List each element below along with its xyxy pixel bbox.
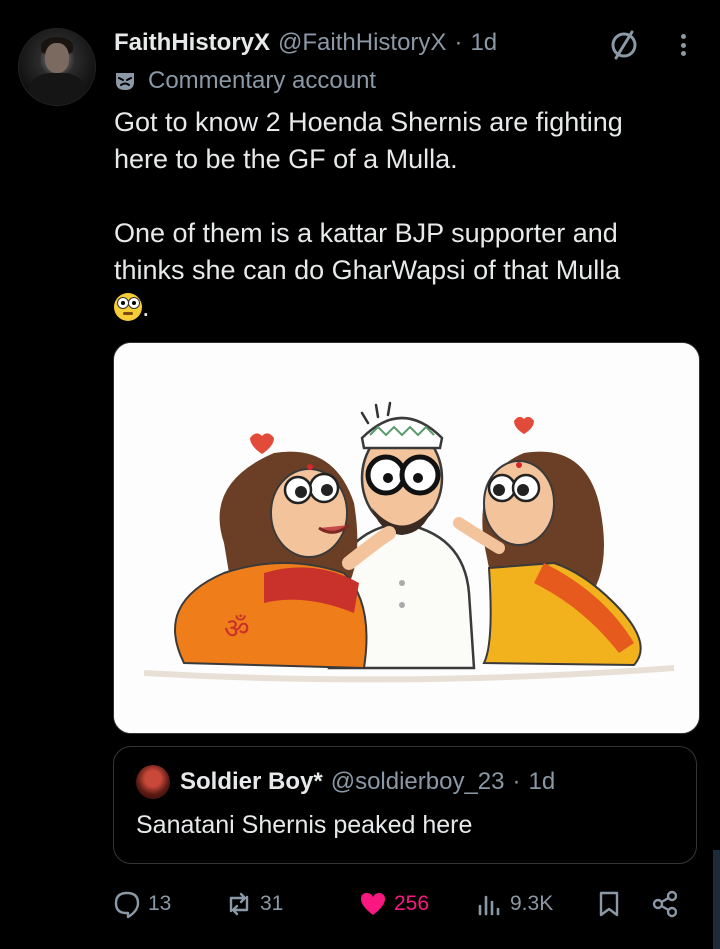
quote-avatar[interactable] xyxy=(136,765,170,799)
quoted-tweet[interactable]: Soldier Boy* @soldierboy_23 · 1d Sanatan… xyxy=(113,746,697,864)
tweet-time[interactable]: 1d xyxy=(470,29,497,57)
scrollbar[interactable] xyxy=(713,850,720,949)
commentary-label: Commentary account xyxy=(114,64,376,98)
action-bar: 13 31 256 9.3K xyxy=(112,884,692,924)
view-count: 9.3K xyxy=(510,892,554,915)
quote-header: Soldier Boy* @soldierboy_23 · 1d xyxy=(136,765,555,799)
repost-icon xyxy=(229,892,249,916)
bookmark-button[interactable] xyxy=(594,884,630,924)
quote-time: 1d xyxy=(528,768,556,795)
mute-icon[interactable] xyxy=(608,28,640,60)
like-button[interactable]: 256 xyxy=(358,884,429,924)
quote-author-handle[interactable]: @soldierboy_23 xyxy=(331,768,505,796)
commentary-text: Commentary account xyxy=(148,67,377,94)
share-button[interactable] xyxy=(650,884,686,924)
author-handle[interactable]: @FaithHistoryX xyxy=(278,29,446,57)
tweet-image[interactable]: ॐ xyxy=(113,342,700,734)
tweet-line-blank xyxy=(114,178,694,215)
om-symbol: ॐ xyxy=(224,612,250,645)
reply-button[interactable]: 13 xyxy=(112,884,171,924)
reply-icon xyxy=(114,891,140,919)
quote-author-name[interactable]: Soldier Boy* xyxy=(180,768,323,796)
share-icon xyxy=(652,890,678,918)
tweet-line: One of them is a kattar BJP supporter an… xyxy=(114,218,618,248)
tweet-suffix: . xyxy=(142,292,150,322)
avatar-body xyxy=(29,73,85,105)
tweet-text: Got to know 2 Hoenda Shernis are fightin… xyxy=(114,104,694,326)
tweet-line: thinks she can do GharWapsi of that Mull… xyxy=(114,255,621,285)
author-avatar[interactable] xyxy=(18,28,96,106)
quote-separator: · xyxy=(512,768,521,795)
repost-count: 31 xyxy=(260,892,284,915)
heart-icon xyxy=(361,893,385,915)
avatar-face xyxy=(45,43,69,73)
tweet-line: here to be the GF of a Mulla. xyxy=(114,144,458,174)
reply-count: 13 xyxy=(148,892,172,915)
quote-text: Sanatani Shernis peaked here xyxy=(136,811,473,839)
tweet-line: Got to know 2 Hoenda Shernis are fightin… xyxy=(114,107,623,137)
views-button[interactable]: 9.3K xyxy=(474,884,553,924)
mask-icon xyxy=(116,73,134,90)
separator: · xyxy=(454,29,463,56)
cartoon-illustration: ॐ xyxy=(114,343,699,733)
bookmark-icon xyxy=(599,891,619,917)
rolling-eyes-emoji-icon xyxy=(114,293,142,321)
more-icon[interactable] xyxy=(670,30,696,60)
tweet-line-emoji: . xyxy=(114,289,694,326)
author-name[interactable]: FaithHistoryX xyxy=(114,29,270,57)
like-count: 256 xyxy=(394,892,430,915)
repost-button[interactable]: 31 xyxy=(224,884,283,924)
views-icon xyxy=(478,895,500,916)
